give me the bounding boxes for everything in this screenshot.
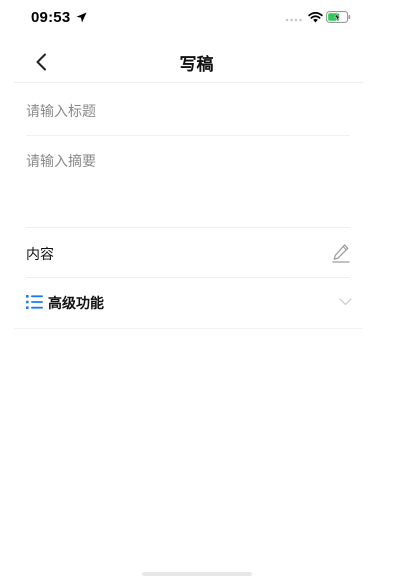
chevron-down-icon[interactable] <box>339 298 352 306</box>
home-indicator <box>142 572 252 576</box>
divider <box>14 328 363 329</box>
divider <box>26 277 350 278</box>
wifi-icon <box>308 11 323 23</box>
status-bar: 09:53 <box>0 0 393 40</box>
nav-divider <box>14 82 363 83</box>
advanced-functions-label: 高级功能 <box>48 296 104 312</box>
write-article-screen: 09:53 写稿 请输入标题 请输入摘要 内容 高级功能 <box>0 0 393 578</box>
content-label: 内容 <box>26 247 54 263</box>
content-row[interactable]: 内容 <box>26 234 352 274</box>
page-title: 写稿 <box>179 55 214 75</box>
pencil-edit-icon[interactable] <box>332 243 350 263</box>
status-time: 09:53 <box>31 9 71 26</box>
divider <box>26 227 350 228</box>
divider <box>26 135 350 136</box>
battery-charging-icon <box>326 11 351 23</box>
location-arrow-icon <box>76 12 87 23</box>
list-icon <box>26 295 43 309</box>
signal-dots-icon <box>285 18 302 22</box>
advanced-functions-row[interactable]: 高级功能 <box>26 283 352 323</box>
summary-input[interactable] <box>26 151 346 221</box>
navigation-bar: 写稿 <box>0 40 393 83</box>
title-input[interactable] <box>26 98 346 126</box>
